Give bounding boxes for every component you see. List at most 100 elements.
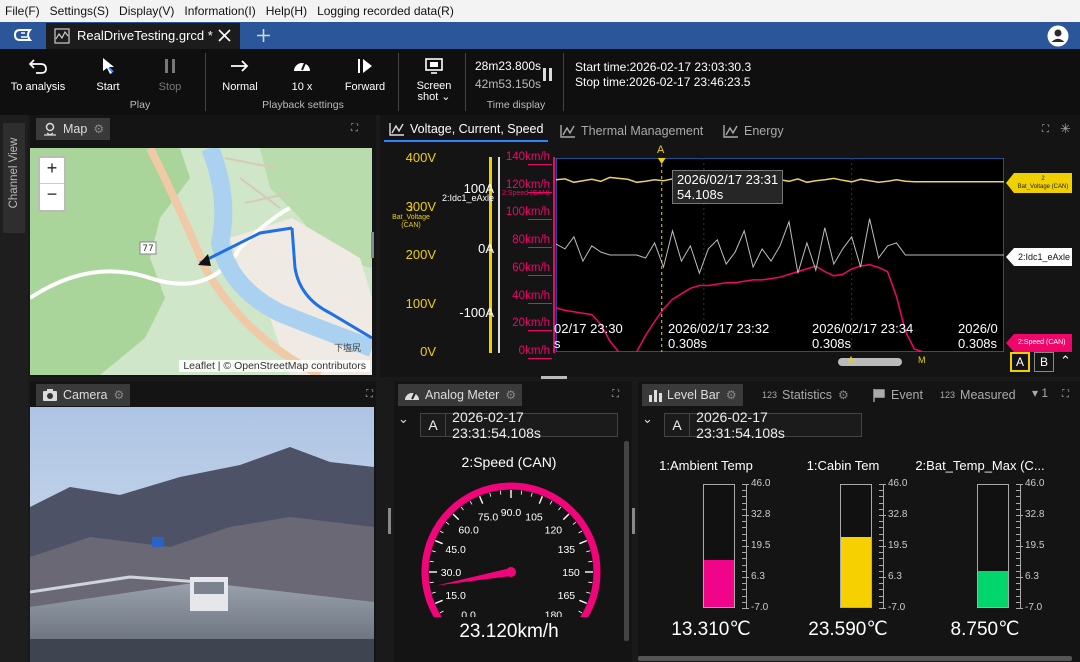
speed-gauge: 0.0 15.0 30.0 45.0 60.075.0 90.0 105120 135 150 1… <box>421 482 601 617</box>
analog-cursor-label: A <box>421 414 447 436</box>
normal-label: Normal <box>222 81 258 93</box>
channel-view-tab[interactable]: Channel View <box>3 123 25 233</box>
start-button[interactable]: Start <box>88 55 128 93</box>
splitter-handle[interactable] <box>371 232 374 258</box>
measured-icon: 123 <box>940 390 956 400</box>
tab-statistics[interactable]: 123 Statistics ⚙ <box>762 384 849 406</box>
splitter-handle[interactable] <box>541 376 567 379</box>
gauge-tick <box>499 490 502 495</box>
waveform-file-icon <box>54 28 70 44</box>
forward-button[interactable]: Forward <box>342 55 388 93</box>
level-scale-tick <box>1016 608 1023 609</box>
chevron-up-icon[interactable]: ⌃ <box>1060 353 1071 369</box>
level-scale-tick <box>1016 577 1023 578</box>
menu-settings[interactable]: Settings(S) <box>45 4 114 18</box>
level-bar-tab[interactable]: Level Bar ⚙ <box>642 384 743 406</box>
line-chart-icon <box>723 125 738 138</box>
speed-tick: 100km/h <box>505 206 550 219</box>
tab-overflow[interactable]: ▾ 1 <box>1032 386 1048 400</box>
tab-energy[interactable]: Energy <box>723 120 784 142</box>
level-bar-label: 1:Ambient Temp <box>659 458 753 473</box>
settings-icon[interactable]: ✳ <box>1060 121 1071 137</box>
tab-realdrivetesting[interactable]: RealDriveTesting.grcd * <box>46 23 240 49</box>
cursor-b-button[interactable]: B <box>1034 352 1054 372</box>
gear-icon[interactable]: ⚙ <box>93 122 104 136</box>
to-analysis-label: To analysis <box>10 81 66 93</box>
expand-icon[interactable]: ⛶ <box>366 389 373 400</box>
chevron-down-icon[interactable]: ⌄ <box>642 411 653 427</box>
map-tab[interactable]: Map ⚙ <box>36 118 111 140</box>
tab-measured[interactable]: 123 Measured <box>940 384 1016 406</box>
level-scale-label: 32.8 <box>751 509 771 520</box>
tab-event[interactable]: Event <box>872 384 923 406</box>
level-scale-tick <box>1016 546 1023 547</box>
normal-speed-button[interactable]: Normal <box>216 55 264 93</box>
menu-display[interactable]: Display(V) <box>114 4 179 18</box>
gauge-tick <box>549 500 553 505</box>
toolbar: To analysis Start Stop Play Normal 10 x … <box>0 49 1080 115</box>
pause-icon[interactable] <box>542 68 554 81</box>
map-title: Map <box>63 122 88 136</box>
line-chart-icon <box>560 125 575 138</box>
speed-channel-marker[interactable]: 2:Speed (CAN) <box>1006 334 1072 352</box>
splitter-handle[interactable] <box>388 508 391 534</box>
zoom-in-button[interactable]: + <box>40 158 64 184</box>
speed-multiplier-button[interactable]: 10 x <box>282 55 322 93</box>
gauge-tick <box>445 521 450 525</box>
add-tab-icon[interactable] <box>256 28 271 43</box>
analog-meter-tab[interactable]: Analog Meter ⚙ <box>398 384 523 406</box>
menu-file[interactable]: File(F) <box>0 4 45 18</box>
playback-settings-group-label: Playback settings <box>262 99 344 111</box>
level-scale-tick <box>742 539 746 541</box>
current-channel-marker[interactable]: 2:Idc1_eAxle <box>1006 248 1072 266</box>
user-avatar-icon[interactable] <box>1047 25 1069 47</box>
gear-icon[interactable]: ⚙ <box>113 388 124 402</box>
screenshot-button[interactable]: Screen shot ⌄ <box>412 55 456 103</box>
gauge-tick <box>579 599 588 605</box>
road-number: 77 <box>142 244 153 254</box>
scrollbar[interactable] <box>624 441 629 641</box>
menu-logging[interactable]: Logging recorded data(R) <box>312 4 459 18</box>
chevron-down-icon[interactable]: ⌄ <box>398 411 409 427</box>
level-scale-tick <box>879 608 886 609</box>
cursor-a-label[interactable]: A <box>657 144 664 156</box>
level-bar-value: 13.310℃ <box>671 619 751 640</box>
scrollbar[interactable] <box>638 656 1072 661</box>
to-analysis-button[interactable]: To analysis <box>6 55 70 93</box>
map-attribution[interactable]: Leaflet | © OpenStreetMap contributors <box>179 360 370 372</box>
gauge-tick-label: 180 <box>545 609 563 617</box>
level-scale-tick <box>879 521 883 523</box>
level-scale-tick <box>1016 539 1020 541</box>
level-scale-tick <box>1016 496 1020 498</box>
stop-time: Stop time:2026-02-17 23:46:23.5 <box>575 75 751 89</box>
camera-tab[interactable]: Camera ⚙ <box>36 384 131 406</box>
menu-help[interactable]: Help(H) <box>261 4 312 18</box>
level-scale-tick <box>742 515 749 516</box>
analog-channel-name: 2:Speed (CAN) <box>461 454 557 470</box>
camera-panel: Camera ⚙ ⛶ <box>30 381 376 662</box>
expand-icon[interactable]: ⛶ <box>351 123 358 134</box>
voltage-channel-marker[interactable]: 2 Bat_Voltage (CAN) <box>1006 173 1072 193</box>
zoom-out-button[interactable]: − <box>40 184 64 210</box>
level-scale-tick <box>879 496 883 498</box>
expand-icon[interactable]: ⛶ <box>1042 124 1049 135</box>
splitter-handle[interactable] <box>632 508 635 534</box>
camera-feed <box>30 407 374 662</box>
menu-information[interactable]: Information(I) <box>179 4 260 18</box>
gear-icon[interactable]: ⚙ <box>838 388 849 402</box>
tab-voltage-current-speed[interactable]: Voltage, Current, Speed <box>384 118 549 142</box>
gauge-tick <box>439 530 444 534</box>
gear-icon[interactable]: ⚙ <box>505 388 516 402</box>
stop-button[interactable]: Stop <box>150 55 190 93</box>
map-canvas[interactable]: 77 下塩尻 <box>30 148 372 375</box>
expand-icon[interactable]: ⛶ <box>1062 389 1069 400</box>
close-icon[interactable] <box>218 29 231 42</box>
level-scale-label: 46.0 <box>751 478 771 489</box>
cursor-a-button[interactable]: A <box>1010 352 1030 372</box>
expand-icon[interactable]: ⛶ <box>612 389 619 400</box>
tab-thermal-management[interactable]: Thermal Management <box>560 120 703 142</box>
gauge-tick-label: 105 <box>525 512 543 524</box>
level-scale-tick <box>879 577 886 578</box>
gear-icon[interactable]: ⚙ <box>726 388 737 402</box>
divider <box>465 53 466 111</box>
